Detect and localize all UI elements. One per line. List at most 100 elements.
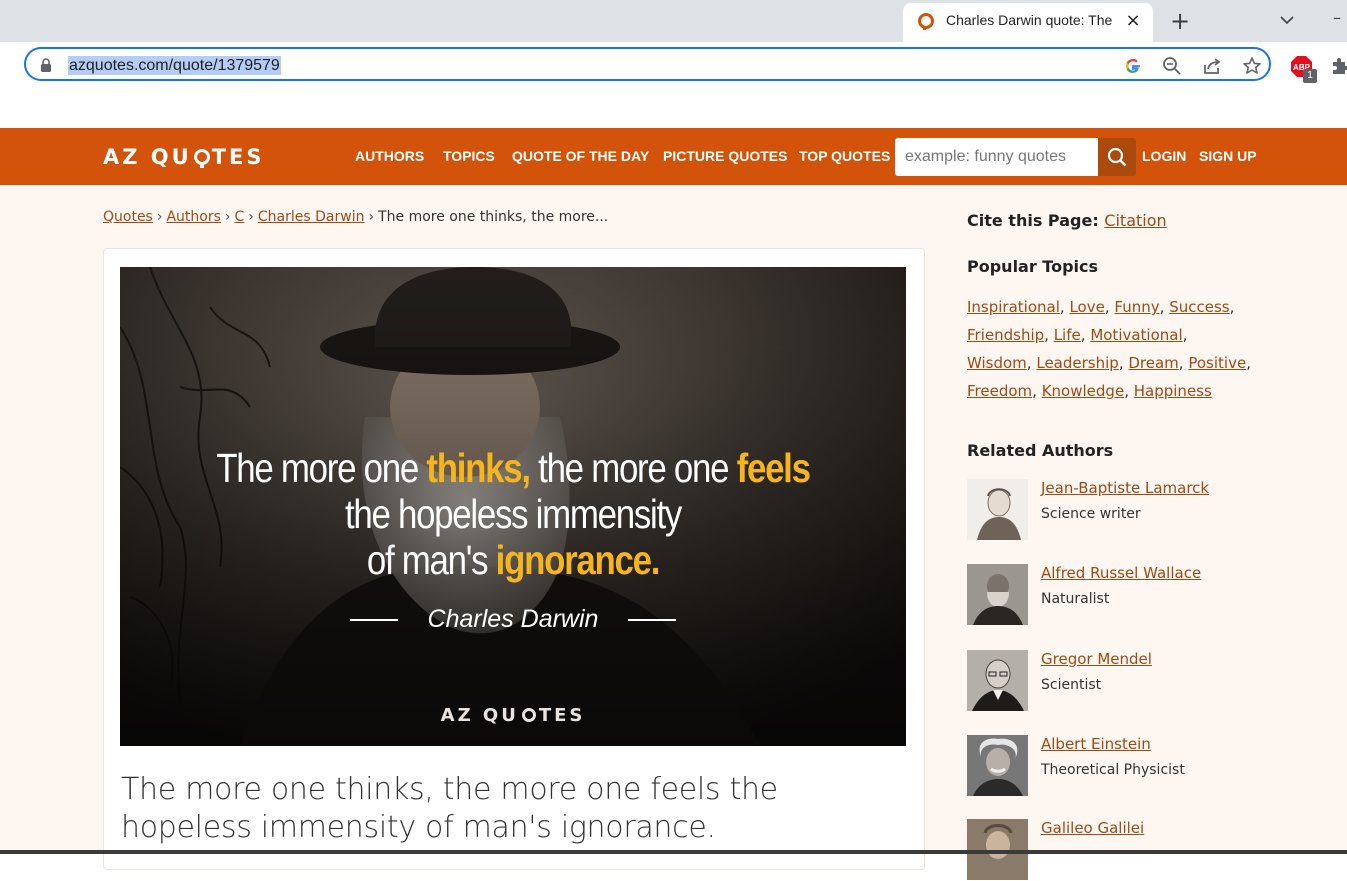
divider	[628, 619, 677, 622]
breadcrumb-separator: ›	[248, 209, 254, 225]
author-name-link[interactable]: Jean-Baptiste Lamarck	[1041, 479, 1209, 497]
picture-quote-highlight: feels	[736, 445, 811, 491]
topic-separator: ,	[1026, 354, 1032, 372]
author-name-link[interactable]: Albert Einstein	[1041, 735, 1151, 753]
topic-link[interactable]: Dream	[1128, 354, 1178, 372]
topic-link[interactable]: Positive	[1188, 354, 1246, 372]
breadcrumb-quotes[interactable]: Quotes	[103, 209, 153, 225]
author-role: Science writer	[1041, 506, 1141, 522]
watermark-text-right: TES	[538, 705, 586, 726]
author-portrait-image	[967, 479, 1028, 540]
picture-quote-image[interactable]: The more one thinks, the more one feels …	[120, 267, 906, 746]
tab-close-icon[interactable]: ×	[1121, 9, 1145, 33]
minimize-window-icon[interactable]: –	[1333, 8, 1347, 30]
google-icon[interactable]	[1123, 56, 1143, 76]
url-text[interactable]: azquotes.com/quote/1379579	[68, 56, 281, 75]
nav-picture-quotes[interactable]: PICTURE QUOTES	[663, 128, 787, 185]
topic-link[interactable]: Love	[1069, 298, 1104, 316]
site-header: AZ QU TES AUTHORS TOPICS QUOTE OF THE DA…	[0, 128, 1347, 185]
popular-topics-heading: Popular Topics	[967, 257, 1099, 276]
picture-quote-author: Charles Darwin	[120, 605, 906, 634]
topic-separator: ,	[1104, 298, 1110, 316]
topic-link[interactable]: Friendship	[967, 326, 1044, 344]
quote-text: The more one thinks, the more one feels …	[121, 772, 778, 845]
lock-icon[interactable]	[40, 58, 52, 72]
breadcrumb-current: The more one thinks, the more...	[378, 209, 609, 225]
related-author-item[interactable]: Albert Einstein Theoretical Physicist	[967, 735, 1307, 797]
citation-link[interactable]: Citation	[1104, 211, 1166, 230]
picture-quote-text: of man's	[366, 537, 496, 583]
related-author-item[interactable]: Gregor Mendel Scientist	[967, 650, 1307, 712]
topic-link[interactable]: Knowledge	[1042, 382, 1124, 400]
topic-separator: ,	[1059, 298, 1065, 316]
nav-authors[interactable]: AUTHORS	[355, 128, 424, 185]
breadcrumb-separator: ›	[156, 209, 163, 225]
author-role: Scientist	[1041, 677, 1102, 693]
topic-link[interactable]: Funny	[1114, 298, 1159, 316]
share-icon[interactable]	[1202, 56, 1222, 76]
author-portrait-image	[967, 564, 1028, 625]
author-portrait-image	[967, 735, 1028, 796]
new-tab-button[interactable]: +	[1165, 6, 1195, 36]
extensions-puzzle-icon[interactable]	[1330, 56, 1347, 76]
chevron-down-icon[interactable]	[1275, 10, 1299, 30]
breadcrumb-authors[interactable]: Authors	[166, 209, 220, 225]
browser-tab[interactable]: Charles Darwin quote: The more one think…	[903, 3, 1153, 42]
browser-toolbar: azquotes.com/quote/1379579 ABP 1	[0, 42, 1347, 128]
author-role: Theoretical Physicist	[1041, 762, 1185, 778]
bookmark-star-icon[interactable]	[1242, 56, 1262, 76]
picture-quote-highlight: thinks,	[426, 445, 531, 491]
author-name-link[interactable]: Gregor Mendel	[1041, 650, 1152, 668]
page-content: Quotes › Authors › C › Charles Darwin › The more…	[0, 185, 1347, 880]
picture-quote-highlight: ignorance.	[495, 537, 661, 583]
topic-link[interactable]: Success	[1169, 298, 1229, 316]
divider	[349, 619, 398, 622]
picture-quote-line-1: The more one thinks, the more one feels	[179, 445, 847, 492]
logo-o-icon	[193, 149, 210, 168]
search-input[interactable]	[895, 138, 1098, 176]
breadcrumb-letter[interactable]: C	[235, 209, 245, 225]
azquotes-favicon-icon	[918, 13, 934, 30]
nav-quote-of-the-day[interactable]: QUOTE OF THE DAY	[512, 128, 649, 185]
related-author-item[interactable]: Alfred Russel Wallace Naturalist	[967, 564, 1307, 626]
logo-text-right: TES	[211, 145, 265, 169]
topic-separator: ,	[1178, 354, 1184, 372]
zoom-out-icon[interactable]	[1162, 56, 1182, 76]
author-name-link[interactable]: Alfred Russel Wallace	[1041, 564, 1201, 582]
topic-link[interactable]: Motivational	[1090, 326, 1182, 344]
nav-top-quotes[interactable]: TOP QUOTES	[799, 128, 890, 185]
topic-separator: ,	[1032, 382, 1037, 400]
watermark-text-left: AZ QU	[440, 705, 519, 726]
search-button[interactable]	[1098, 138, 1136, 176]
picture-quote-author-name: Charles Darwin	[427, 605, 599, 633]
adblock-extension-icon[interactable]: ABP 1	[1291, 55, 1317, 83]
cite-this-page: Cite this Page: Citation	[967, 211, 1167, 230]
topic-link[interactable]: Inspirational	[967, 298, 1060, 316]
quote-card: The more one thinks, the more one feels …	[103, 248, 925, 870]
breadcrumb-author[interactable]: Charles Darwin	[258, 209, 365, 225]
related-authors-heading: Related Authors	[967, 441, 1114, 460]
topic-link[interactable]: Leadership	[1036, 354, 1118, 372]
breadcrumb: Quotes › Authors › C › Charles Darwin › The more…	[103, 209, 608, 225]
picture-quote-watermark-logo: AZ QU TES	[120, 705, 906, 726]
topic-separator: ,	[1124, 382, 1129, 400]
picture-quote-text: the more one	[529, 445, 737, 491]
site-logo[interactable]: AZ QU TES	[103, 142, 265, 172]
author-role: Naturalist	[1041, 591, 1110, 607]
author-name-link[interactable]: Galileo Galilei	[1041, 819, 1144, 837]
address-bar[interactable]: azquotes.com/quote/1379579	[24, 47, 1271, 81]
topic-link[interactable]: Life	[1054, 326, 1081, 344]
bottom-scrollbar[interactable]	[0, 850, 1347, 854]
picture-quote-text: the hopeless immensity	[344, 491, 682, 537]
signup-link[interactable]: SIGN UP	[1199, 128, 1257, 185]
popular-topics-list: Inspirational, Love, Funny, Success, Fri…	[967, 293, 1267, 405]
breadcrumb-separator: ›	[368, 209, 375, 225]
picture-quote-text: The more one	[216, 445, 427, 491]
related-author-item[interactable]: Jean-Baptiste Lamarck Science writer	[967, 479, 1307, 541]
topic-link[interactable]: Wisdom	[967, 354, 1027, 372]
nav-topics[interactable]: TOPICS	[443, 128, 495, 185]
login-link[interactable]: LOGIN	[1142, 128, 1186, 185]
topic-separator: ,	[1182, 326, 1188, 344]
topic-link[interactable]: Freedom	[967, 382, 1032, 400]
topic-link[interactable]: Happiness	[1134, 382, 1212, 400]
